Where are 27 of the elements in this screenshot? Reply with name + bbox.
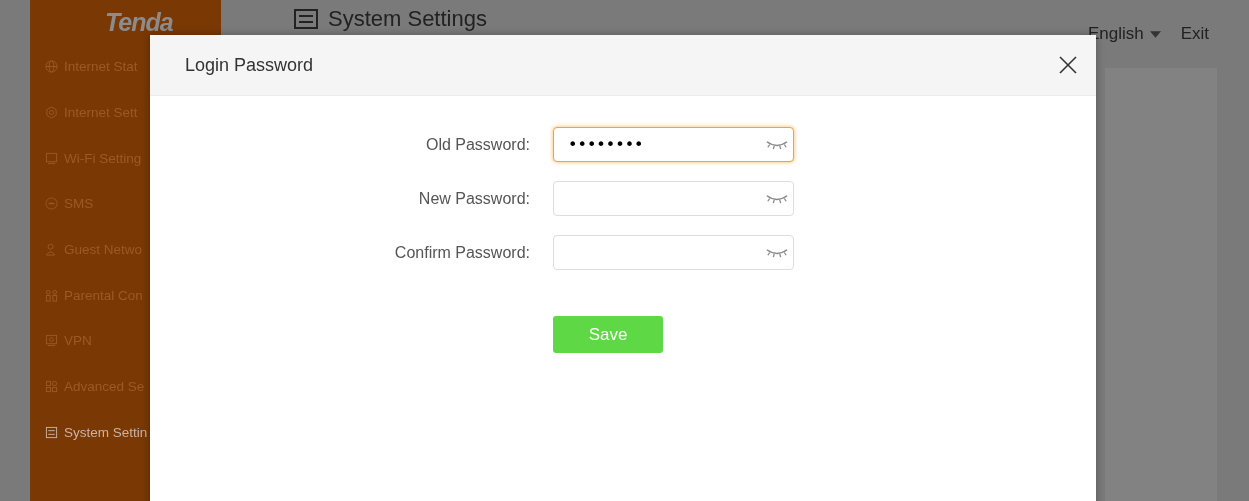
closed-eye-icon[interactable]: [765, 139, 789, 150]
dialog-title: Login Password: [185, 54, 314, 76]
chat-icon: [45, 197, 58, 211]
field-label: Confirm Password:: [393, 243, 530, 262]
close-button[interactable]: [1058, 55, 1078, 75]
globe-icon: [45, 60, 58, 74]
people-icon: [45, 288, 58, 302]
save-button[interactable]: Save: [553, 316, 663, 353]
password-field[interactable]: [553, 235, 794, 270]
sidebar-item[interactable]: System Settin: [30, 409, 221, 456]
exit-link[interactable]: Exit: [1180, 24, 1209, 44]
sliders-icon: [45, 425, 58, 439]
screen-icon: [45, 334, 58, 348]
sliders-icon: [294, 9, 318, 29]
closed-eye-icon[interactable]: [765, 247, 789, 258]
field-label: Old Password:: [424, 135, 530, 154]
monitor-icon: [45, 151, 58, 165]
password-field[interactable]: ••••••••: [553, 127, 794, 162]
person-icon: [45, 243, 58, 257]
logo: Tenda: [104, 7, 174, 38]
grid-icon: [45, 380, 58, 394]
password-field[interactable]: [553, 181, 794, 216]
field-label: New Password:: [417, 189, 530, 208]
caret-icon: [1149, 30, 1161, 38]
gear-icon: [45, 106, 58, 120]
page-title: System Settings: [328, 6, 487, 32]
closed-eye-icon[interactable]: [765, 193, 789, 204]
